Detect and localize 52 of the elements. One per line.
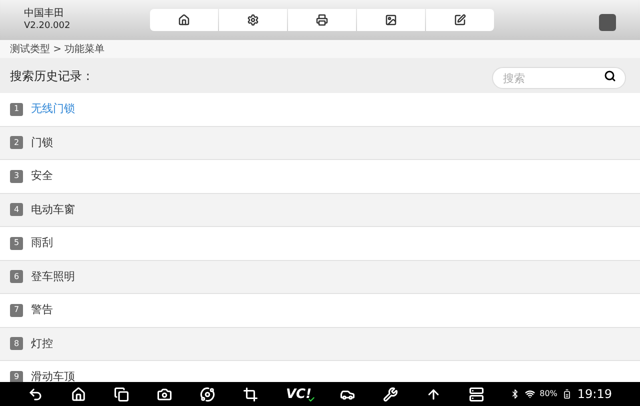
item-label: 灯控	[31, 336, 53, 352]
windows-icon[interactable]	[114, 386, 129, 402]
item-label: 电动车窗	[31, 202, 75, 218]
vci-button[interactable]: VC!	[286, 388, 312, 400]
list-icon[interactable]	[468, 386, 484, 402]
wifi-icon	[524, 389, 535, 399]
crop-icon[interactable]	[243, 386, 258, 402]
clock: 19:19	[577, 386, 612, 403]
toolbar-button[interactable]	[219, 9, 287, 31]
menu-item[interactable]: 8 灯控	[0, 328, 640, 361]
item-label: 滑动车顶	[31, 369, 75, 382]
item-number: 9	[10, 370, 23, 382]
item-number: 4	[10, 203, 23, 216]
item-number: 5	[10, 236, 23, 250]
item-label: 门锁	[31, 134, 53, 150]
item-number: 7	[10, 304, 23, 317]
pen-square-icon	[454, 14, 466, 26]
item-number: 6	[10, 270, 23, 284]
item-label: 警告	[31, 302, 53, 318]
item-number: 2	[10, 136, 23, 150]
tools-icon[interactable]	[382, 386, 398, 402]
menu-item[interactable]: 6 登车照明	[0, 260, 640, 294]
toolbar-button[interactable]	[357, 9, 425, 31]
item-number: 8	[10, 337, 23, 350]
bluetooth-icon	[510, 389, 520, 399]
breadcrumb: 测试类型 > 功能菜单	[10, 42, 105, 56]
search-history-label: 搜索历史记录 :	[10, 68, 90, 84]
version-label: V2.20.002	[24, 20, 72, 32]
toolbar-button[interactable]	[288, 9, 356, 31]
home-icon[interactable]	[71, 386, 86, 402]
battery-status-icon	[562, 389, 572, 399]
toolbar-button[interactable]	[150, 9, 218, 31]
item-label: 雨刮	[31, 235, 53, 251]
item-label: 安全	[31, 168, 53, 184]
printer-icon	[316, 14, 328, 26]
brand-name: 中国丰田	[24, 8, 65, 20]
settings-icon	[247, 14, 259, 26]
back-icon[interactable]	[28, 386, 43, 402]
item-label: 无线门锁	[31, 101, 75, 117]
search-icon[interactable]	[604, 70, 616, 82]
camera-icon[interactable]	[157, 386, 172, 402]
toolbar-button[interactable]	[426, 9, 494, 31]
search-field[interactable]: 搜索	[492, 67, 626, 89]
menu-item[interactable]: 2 门锁	[0, 126, 640, 160]
battery-percent: 80%	[540, 388, 558, 400]
item-label: 登车照明	[31, 268, 75, 284]
item-number: 1	[10, 102, 23, 116]
image-icon	[385, 14, 397, 26]
home-icon	[178, 14, 190, 26]
item-number: 3	[10, 170, 23, 183]
menu-item[interactable]: 4 电动车窗	[0, 194, 640, 227]
planet-icon[interactable]	[200, 386, 215, 402]
